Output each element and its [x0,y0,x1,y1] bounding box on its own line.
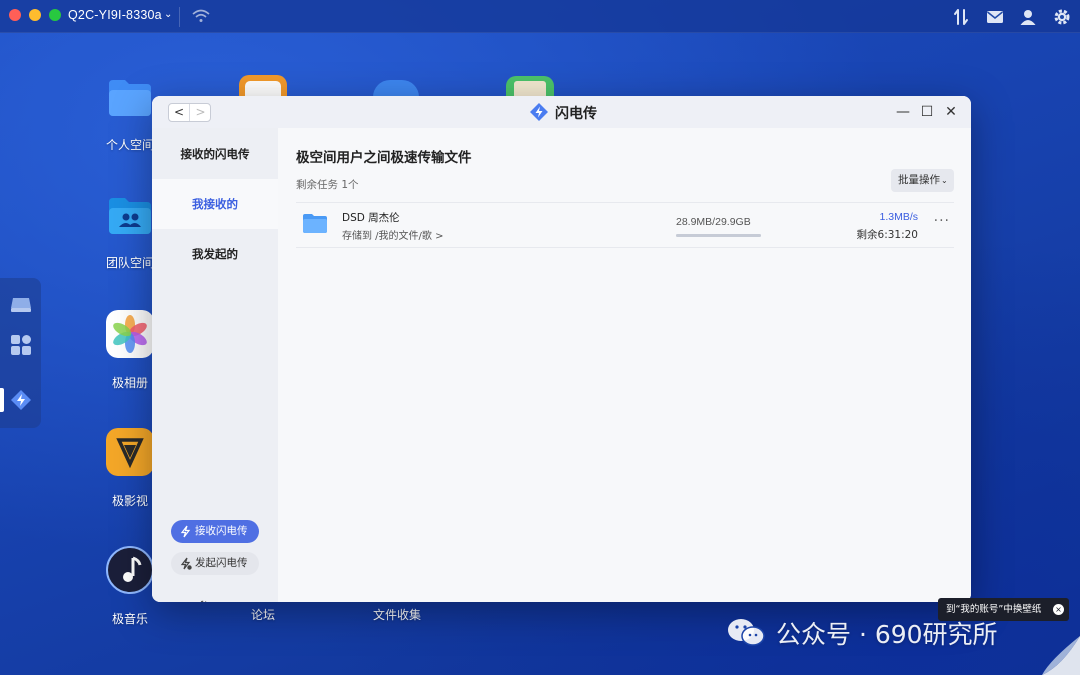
page-title: 极空间用户之间极速传输文件 [296,150,472,166]
send-transfer-button[interactable]: 发起闪电传 [171,552,259,575]
maximize-button[interactable]: ☐ [919,104,935,120]
mail-icon[interactable] [985,7,1005,27]
lightning-icon [180,525,191,538]
batch-operation-button[interactable]: 批量操作 ⌄ [891,169,954,192]
minimize-traffic-light[interactable] [29,9,41,21]
apps-grid-icon[interactable] [9,333,33,357]
watermark-text: 公众号 · 690研究所 [776,620,998,649]
photos-icon [106,310,154,358]
transfer-file-name: DSD 周杰伦 [342,212,400,224]
cloud-app-icon[interactable] [373,80,419,97]
book-app-icon-inner [514,81,546,97]
desktop-icon-label: 极音乐 [111,612,148,626]
desktop: Q2C-YI9I-8330a ⌄ 个人空间 团队空间 极相册 极影视 极音乐 论… [0,0,1080,675]
send-lightning-icon [180,557,192,570]
more-options-button[interactable]: ··· [934,213,950,229]
wallpaper-tooltip-text: 到“我的账号”中换壁纸 [946,604,1042,615]
device-chevron-icon[interactable]: ⌄ [164,9,172,20]
zoom-traffic-light[interactable] [49,9,61,21]
row-divider [296,247,954,248]
minimize-button[interactable]: — [895,104,911,120]
back-button[interactable]: < [169,104,190,121]
window-title: 闪电传 [555,106,597,122]
receive-transfer-button[interactable]: 接收闪电传 [171,520,259,543]
sidebar-header: 接收的闪电传 [180,147,250,161]
sidebar-item-received[interactable]: 我接收的 [152,179,278,229]
close-traffic-light[interactable] [9,9,21,21]
left-dock [0,278,41,428]
transfer-row[interactable]: DSD 周杰伦 存储到 /我的文件/歌 > 28.9MB/29.9GB 1.3M… [296,203,954,247]
device-name[interactable]: Q2C-YI9I-8330a [68,8,162,22]
team-folder-icon [109,198,151,234]
send-transfer-label: 发起闪电传 [195,557,248,569]
notes-app-icon[interactable] [239,75,287,97]
personal-folder-icon [109,80,151,116]
music-icon [106,546,154,594]
page-curl-icon[interactable] [1040,636,1080,675]
folder-icon [303,214,327,233]
dock-active-indicator [0,388,4,412]
lightning-transfer-dock-icon[interactable] [9,388,33,412]
transfer-size: 28.9MB/29.9GB [676,216,751,228]
transfer-eta: 剩余6:31:20 [856,229,918,241]
wechat-logo-icon [728,619,765,646]
transfer-progress-fill [676,234,761,237]
lightning-app-icon [530,103,548,121]
chevron-down-icon: ⌄ [941,176,948,185]
drive-icon[interactable] [9,292,33,316]
batch-operation-label: 批量操作 [898,174,940,186]
receive-transfer-label: 接收闪电传 [195,525,248,537]
settings-gear-icon[interactable] [196,600,210,602]
remaining-tasks: 剩余任务 1个 [296,179,359,191]
top-bar: Q2C-YI9I-8330a ⌄ [0,0,1080,33]
user-icon[interactable] [1018,7,1038,27]
topbar-divider [179,7,180,27]
lightning-transfer-window: < > 闪电传 — ☐ ✕ 接收的闪电传 我接收的 我发起的 接收闪电传 发起闪… [152,96,971,602]
desktop-icon-label: 文件收集 [372,608,421,622]
nav-buttons: < > [168,103,211,122]
forward-button[interactable]: > [190,104,211,121]
transfer-speed: 1.3MB/s [879,211,918,223]
transfer-progress-bar [676,234,761,237]
close-button[interactable]: ✕ [943,104,959,120]
main-content: 极空间用户之间极速传输文件 剩余任务 1个 批量操作 ⌄ DSD 周杰伦 存储到… [278,128,971,602]
notes-app-icon-inner [245,81,281,97]
transfer-icon[interactable] [951,7,971,27]
tooltip-close-icon[interactable]: × [1053,604,1064,615]
window-titlebar[interactable]: < > 闪电传 — ☐ ✕ [152,96,971,128]
gear-icon[interactable] [1052,7,1072,27]
sidebar: 接收的闪电传 我接收的 我发起的 接收闪电传 发起闪电传 [152,128,278,602]
video-icon [106,428,154,476]
transfer-save-path[interactable]: 存储到 /我的文件/歌 > [342,227,443,242]
desktop-icon-label: 论坛 [250,608,275,622]
wifi-icon [192,9,210,22]
sidebar-item-sent[interactable]: 我发起的 [152,229,278,279]
book-app-icon[interactable] [506,76,554,97]
